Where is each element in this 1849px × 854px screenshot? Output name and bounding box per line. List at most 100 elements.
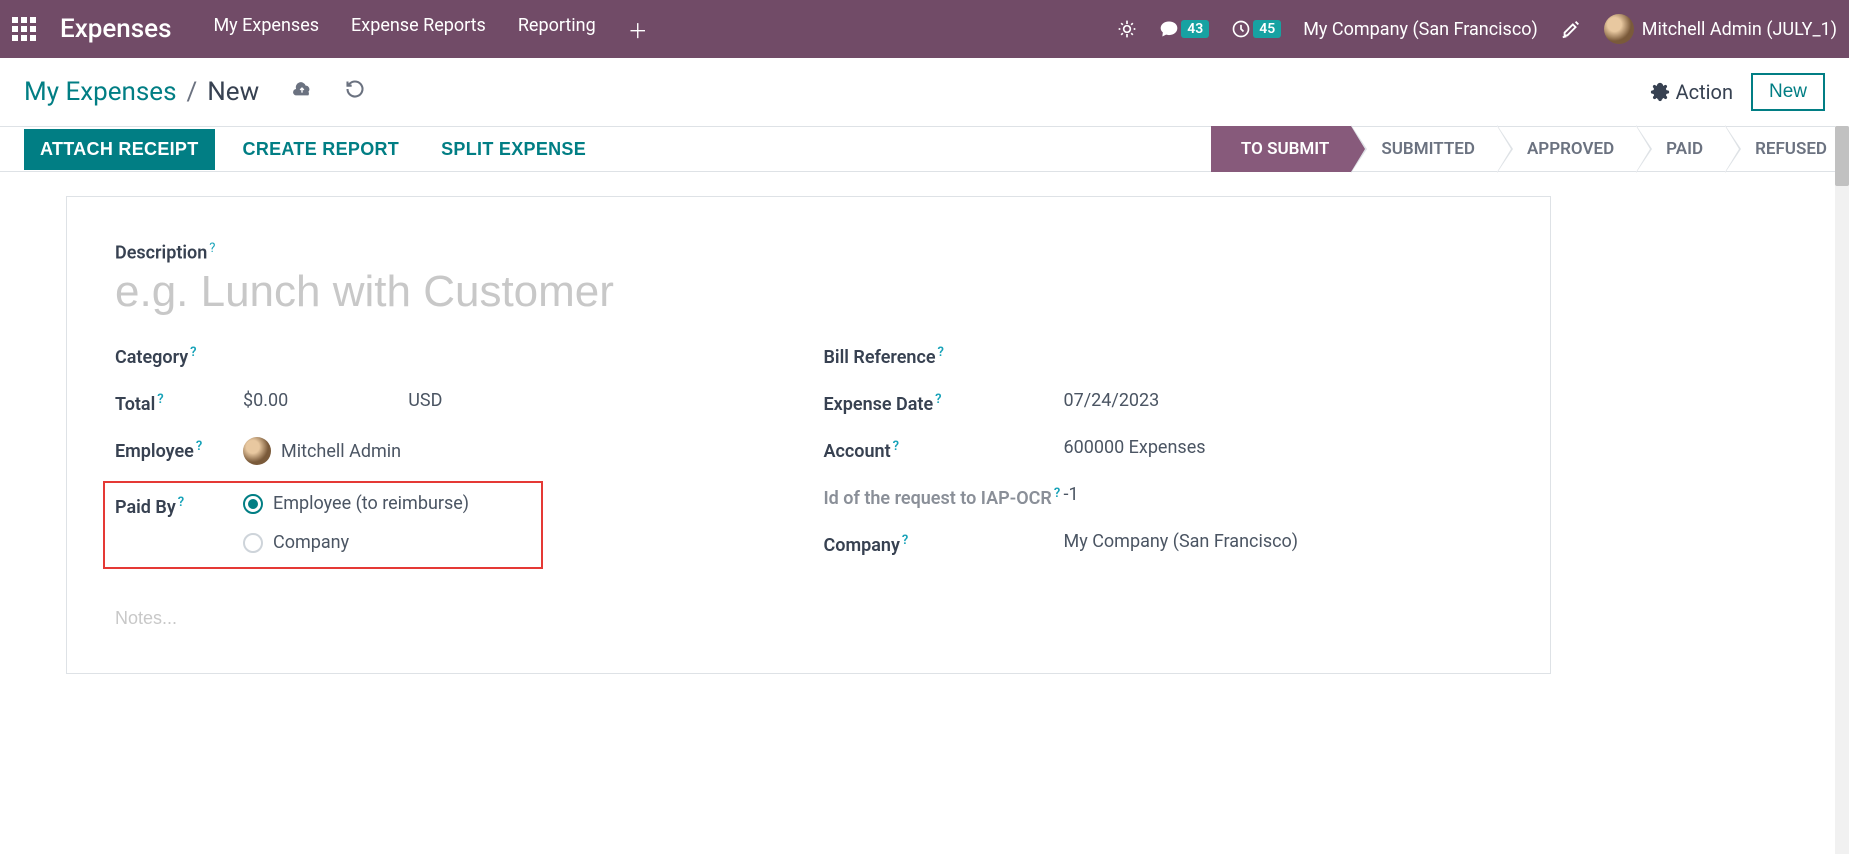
user-menu[interactable]: Mitchell Admin (JULY_1) (1604, 14, 1837, 44)
control-right: Action New (1650, 73, 1825, 111)
help-icon[interactable]: ? (893, 439, 899, 454)
iap-value: -1 (1064, 484, 1503, 505)
company-field-input[interactable]: My Company (San Francisco) (1064, 531, 1503, 552)
status-steps: TO SUBMIT SUBMITTED APPROVED PAID REFUSE… (1211, 126, 1849, 172)
scrollbar-thumb[interactable] (1835, 126, 1849, 186)
account-input[interactable]: 600000 Expenses (1064, 437, 1503, 458)
radio-label: Employee (to reimburse) (273, 493, 469, 514)
help-icon[interactable]: ? (157, 392, 163, 407)
action-dropdown[interactable]: Action (1650, 80, 1733, 104)
help-icon[interactable]: ? (178, 495, 184, 510)
company-selector[interactable]: My Company (San Francisco) (1303, 19, 1538, 40)
account-row: Account? 600000 Expenses (824, 437, 1503, 462)
total-value[interactable]: $0.00 USD (243, 390, 794, 411)
nav-new-icon[interactable]: ＋ (628, 15, 648, 44)
status-label: TO SUBMIT (1241, 139, 1329, 159)
category-label: Category? (115, 343, 243, 368)
new-button[interactable]: New (1751, 73, 1825, 111)
status-submitted[interactable]: SUBMITTED (1351, 126, 1497, 172)
help-icon[interactable]: ? (190, 345, 196, 360)
nav-my-expenses[interactable]: My Expenses (213, 15, 319, 44)
control-row: My Expenses / New Action New (0, 58, 1849, 126)
action-label: Action (1676, 80, 1733, 104)
employee-input[interactable]: Mitchell Admin (243, 437, 794, 465)
user-avatar (1604, 14, 1634, 44)
nav-menu: My Expenses Expense Reports Reporting ＋ (213, 15, 647, 44)
paid-by-highlight: Paid By? Employee (to reimburse) C (103, 481, 543, 569)
status-label: APPROVED (1527, 139, 1614, 159)
help-icon[interactable]: ? (196, 439, 202, 454)
iap-row: Id of the request to IAP-OCR? -1 (824, 484, 1503, 509)
bill-ref-row: Bill Reference? (824, 343, 1503, 368)
breadcrumb-back[interactable]: My Expenses (24, 77, 177, 107)
radio-label: Company (273, 532, 349, 553)
paid-by-radio-group: Employee (to reimburse) Company (243, 493, 469, 553)
status-label: SUBMITTED (1381, 139, 1475, 159)
app-brand[interactable]: Expenses (60, 14, 171, 44)
expense-date-input[interactable]: 07/24/2023 (1064, 390, 1503, 411)
help-icon[interactable]: ? (935, 392, 941, 407)
status-approved[interactable]: APPROVED (1497, 126, 1636, 172)
employee-label: Employee? (115, 437, 243, 462)
bill-ref-label: Bill Reference? (824, 343, 1064, 368)
category-row: Category? (115, 343, 794, 368)
description-label-row: Description? (115, 241, 1502, 263)
paid-by-label: Paid By? (115, 493, 243, 518)
description-label: Description (115, 242, 207, 263)
cloud-upload-icon[interactable] (291, 78, 313, 105)
breadcrumb: My Expenses / New (24, 77, 365, 107)
paid-by-value: Employee (to reimburse) Company (243, 493, 531, 553)
nav-expense-reports[interactable]: Expense Reports (351, 15, 486, 44)
status-label: PAID (1666, 139, 1703, 159)
form-right-column: Bill Reference? Expense Date? 07/24/2023… (824, 343, 1503, 578)
status-to-submit[interactable]: TO SUBMIT (1211, 126, 1351, 172)
attach-receipt-button[interactable]: ATTACH RECEIPT (24, 129, 215, 170)
breadcrumb-separator: / (187, 77, 198, 107)
create-report-button[interactable]: CREATE REPORT (229, 129, 414, 170)
status-refused[interactable]: REFUSED (1725, 126, 1849, 172)
status-label: REFUSED (1755, 139, 1827, 159)
navbar-right: 43 45 My Company (San Francisco) Mitchel… (1117, 14, 1837, 44)
expense-date-label: Expense Date? (824, 390, 1064, 415)
top-navbar: Expenses My Expenses Expense Reports Rep… (0, 0, 1849, 58)
apps-icon[interactable] (12, 17, 36, 41)
paid-by-company-radio[interactable]: Company (243, 532, 469, 553)
scrollbar[interactable] (1835, 126, 1849, 854)
company-field-label: Company? (824, 531, 1064, 556)
breadcrumb-current: New (207, 77, 259, 107)
paid-by-employee-radio[interactable]: Employee (to reimburse) (243, 493, 469, 514)
messages-icon[interactable]: 43 (1159, 19, 1209, 39)
form-grid: Category? Total? $0.00 USD Employee? (115, 343, 1502, 578)
form-sheet: Description? Category? Total? $0.00 (66, 196, 1551, 674)
employee-avatar (243, 437, 271, 465)
form-left-column: Category? Total? $0.00 USD Employee? (115, 343, 794, 578)
split-expense-button[interactable]: SPLIT EXPENSE (427, 129, 600, 170)
sheet-wrapper: Description? Category? Total? $0.00 (0, 172, 1849, 674)
help-icon[interactable]: ? (938, 345, 944, 360)
help-icon[interactable]: ? (209, 241, 215, 256)
radio-unchecked-icon (243, 533, 263, 553)
bug-icon[interactable] (1117, 19, 1137, 39)
total-label: Total? (115, 390, 243, 415)
currency-value: USD (408, 390, 442, 411)
tools-icon[interactable] (1560, 18, 1582, 40)
paid-by-row: Paid By? Employee (to reimburse) C (115, 493, 531, 553)
total-amount: $0.00 (243, 390, 288, 411)
account-label: Account? (824, 437, 1064, 462)
notes-input[interactable] (115, 608, 1502, 629)
activities-icon[interactable]: 45 (1231, 19, 1281, 39)
messages-badge: 43 (1181, 20, 1209, 38)
total-row: Total? $0.00 USD (115, 390, 794, 415)
radio-checked-icon (243, 494, 263, 514)
navbar-left: Expenses My Expenses Expense Reports Rep… (12, 14, 648, 44)
iap-label: Id of the request to IAP-OCR? (824, 484, 1064, 509)
expense-date-row: Expense Date? 07/24/2023 (824, 390, 1503, 415)
help-icon[interactable]: ? (1054, 486, 1060, 501)
help-icon[interactable]: ? (902, 533, 908, 548)
nav-reporting[interactable]: Reporting (518, 15, 596, 44)
activities-badge: 45 (1253, 20, 1281, 38)
discard-icon[interactable] (345, 79, 365, 104)
user-name: Mitchell Admin (JULY_1) (1642, 19, 1837, 40)
description-input[interactable] (115, 267, 1502, 317)
action-status-bar: ATTACH RECEIPT CREATE REPORT SPLIT EXPEN… (0, 126, 1849, 172)
